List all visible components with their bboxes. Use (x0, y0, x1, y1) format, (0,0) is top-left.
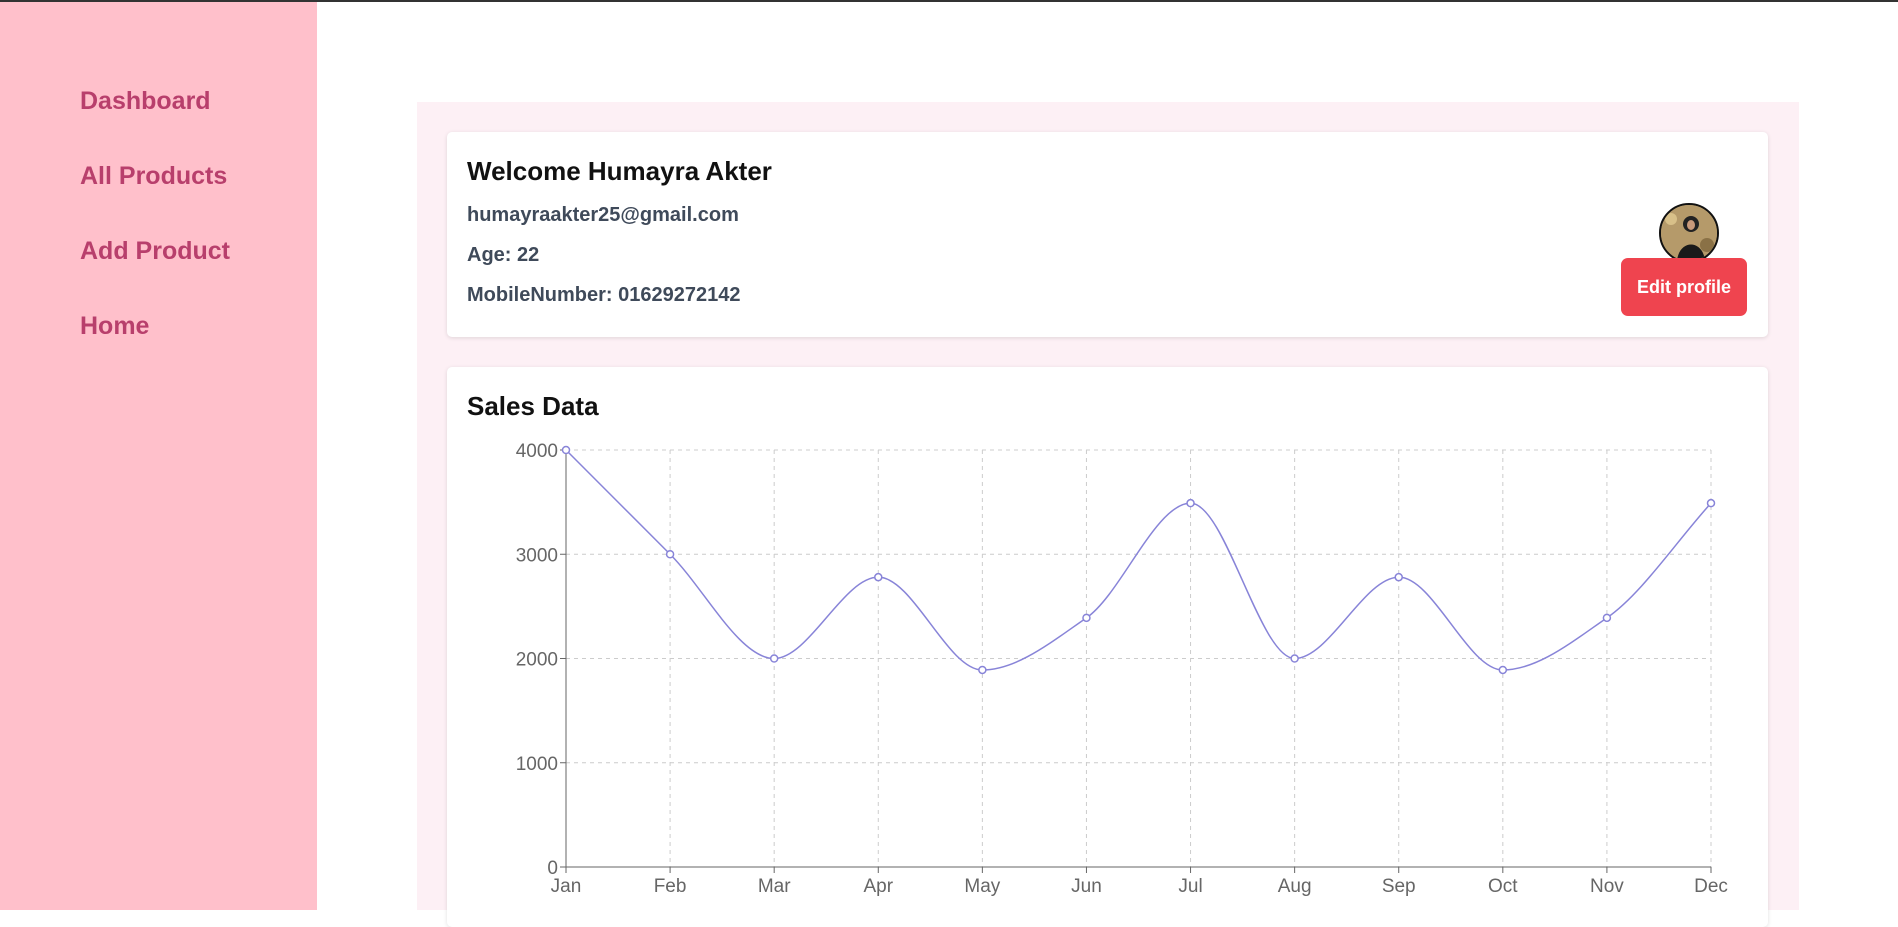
data-point (769, 654, 779, 663)
data-point (1706, 498, 1716, 508)
data-point (1602, 613, 1612, 623)
main-content: Welcome Humayra Akter humayraakter25@gma… (417, 102, 1799, 927)
x-tick-label: Jan (551, 876, 582, 897)
welcome-heading: Welcome Humayra Akter (467, 156, 772, 186)
sidebar-item-home[interactable]: Home (80, 312, 149, 341)
data-point (1498, 665, 1508, 675)
data-point (1394, 572, 1403, 582)
series-line (565, 449, 1712, 671)
sidebar: Dashboard All Products Add Product Home (0, 2, 317, 910)
y-tick-label: 4000 (516, 441, 558, 462)
x-tick-label: May (964, 876, 1000, 897)
sales-chart-card: Sales Data 0 1000 2000 3000 4000 Jan Feb Mar Apr… (447, 367, 1768, 927)
data-point (874, 572, 883, 582)
x-tick-label: Feb (654, 876, 687, 897)
user-photo-avatar-icon (1661, 205, 1717, 261)
y-tick-label: 3000 (516, 545, 558, 566)
data-point (1186, 498, 1195, 508)
y-tick-label: 1000 (516, 754, 558, 775)
profile-mobile: MobileNumber: 01629272142 (467, 284, 741, 306)
x-tick-label: Oct (1488, 876, 1518, 897)
profile-card: Welcome Humayra Akter humayraakter25@gma… (447, 132, 1768, 337)
x-tick-label: Jul (1178, 876, 1202, 897)
sidebar-item-all-products[interactable]: All Products (80, 162, 227, 191)
profile-email: humayraakter25@gmail.com (467, 204, 739, 226)
x-tick-label: Aug (1278, 876, 1312, 897)
y-tick-label: 2000 (516, 650, 558, 671)
data-point (1290, 654, 1299, 663)
sales-line-chart: 01000200030004000Jan Feb Mar Apr May Jun Jul Au… (516, 441, 1728, 897)
data-point (1082, 613, 1091, 623)
avatar (1659, 203, 1719, 263)
x-tick-label: Sep (1382, 876, 1416, 897)
x-tick-label: Jun (1071, 876, 1102, 897)
x-tick-label: Mar (758, 876, 791, 897)
sidebar-item-dashboard[interactable]: Dashboard (80, 87, 211, 116)
data-point (978, 665, 987, 675)
x-tick-label: Dec (1694, 876, 1728, 897)
edit-profile-button[interactable]: Edit profile (1621, 258, 1747, 316)
profile-age: Age: 22 (467, 244, 540, 266)
sidebar-item-add-product[interactable]: Add Product (80, 237, 230, 266)
x-tick-label: Nov (1590, 876, 1624, 897)
data-point (665, 550, 675, 559)
data-point (561, 445, 571, 455)
x-tick-label: Apr (863, 876, 893, 897)
